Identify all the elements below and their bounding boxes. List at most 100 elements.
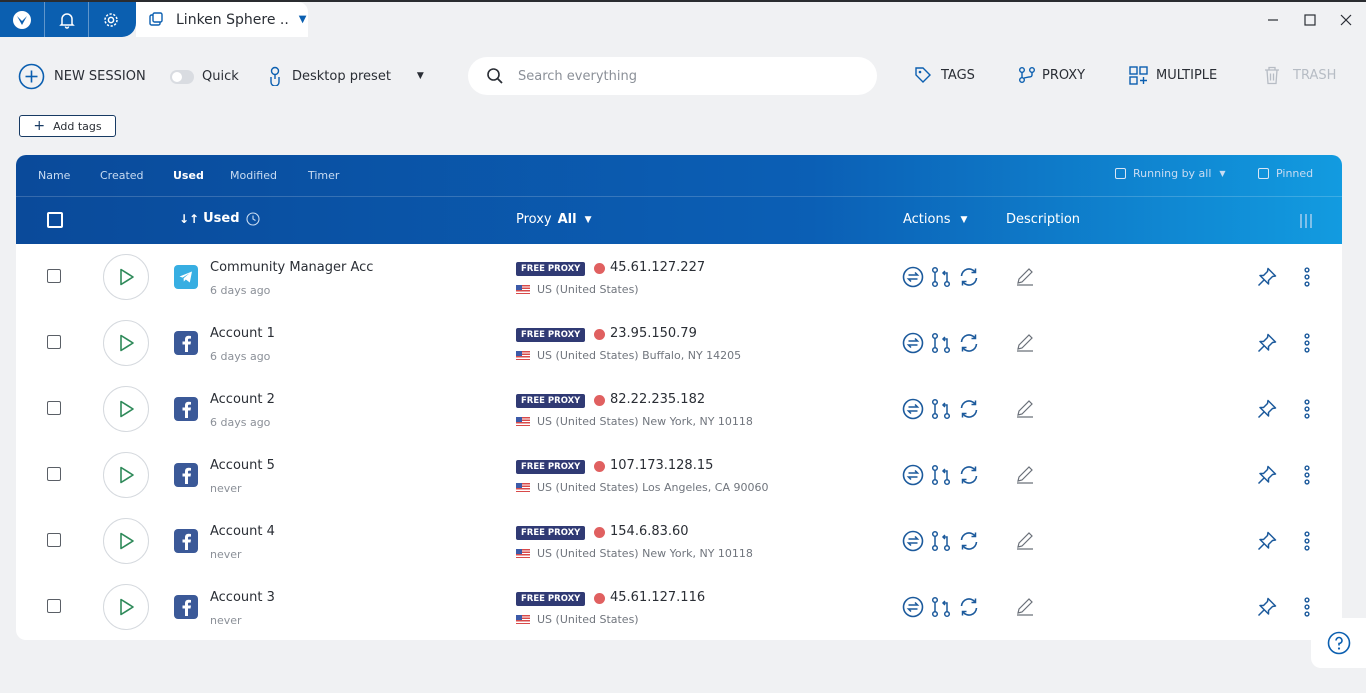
swap-icon[interactable]: [902, 332, 924, 354]
more-icon[interactable]: [1296, 464, 1318, 486]
edit-icon[interactable]: [1015, 266, 1037, 288]
logo-icon[interactable]: [0, 2, 44, 37]
proxy-ip[interactable]: 45.61.127.116: [610, 590, 705, 605]
edit-icon[interactable]: [1015, 596, 1037, 618]
play-button[interactable]: [103, 254, 149, 300]
proxy-ip[interactable]: 107.173.128.15: [610, 458, 713, 473]
table-row[interactable]: Account 5 never FREE PROXY 107.173.128.15 US…: [16, 442, 1342, 508]
bell-icon[interactable]: [44, 2, 88, 37]
more-icon[interactable]: [1296, 332, 1318, 354]
more-icon[interactable]: [1296, 398, 1318, 420]
session-tab[interactable]: Linken Sphere .. ▼: [136, 2, 308, 37]
pin-icon[interactable]: [1256, 332, 1278, 354]
session-name[interactable]: Account 2: [210, 392, 275, 407]
session-name[interactable]: Account 3: [210, 590, 275, 605]
sort-tab-created[interactable]: Created: [100, 169, 144, 182]
refresh-icon[interactable]: [958, 266, 980, 288]
refresh-icon[interactable]: [958, 530, 980, 552]
edit-icon[interactable]: [1015, 530, 1037, 552]
play-button[interactable]: [103, 518, 149, 564]
columns-settings-icon[interactable]: [1298, 213, 1314, 229]
refresh-icon[interactable]: [958, 332, 980, 354]
actions-column-header[interactable]: Actions ▼: [903, 212, 967, 227]
pinned-filter[interactable]: Pinned: [1258, 167, 1313, 180]
pin-icon[interactable]: [1256, 596, 1278, 618]
tags-button[interactable]: TAGS: [914, 66, 975, 84]
refresh-icon[interactable]: [958, 596, 980, 618]
select-all-checkbox[interactable]: [47, 212, 63, 228]
row-checkbox[interactable]: [47, 467, 61, 481]
row-checkbox[interactable]: [47, 533, 61, 547]
minimize-icon[interactable]: [1261, 8, 1285, 32]
chevron-down-icon[interactable]: ▼: [299, 14, 307, 25]
proxy-ip[interactable]: 154.6.83.60: [610, 524, 689, 539]
table-row[interactable]: Account 4 never FREE PROXY 154.6.83.60 US (U…: [16, 508, 1342, 574]
proxy-switch-icon[interactable]: [930, 530, 952, 552]
proxy-ip[interactable]: 45.61.127.227: [610, 260, 705, 275]
maximize-icon[interactable]: [1298, 8, 1322, 32]
trash-button[interactable]: TRASH: [1264, 66, 1336, 85]
proxy-column-header[interactable]: Proxy All ▼: [516, 212, 592, 227]
edit-icon[interactable]: [1015, 332, 1037, 354]
session-name[interactable]: Community Manager Acc: [210, 260, 373, 275]
close-icon[interactable]: [1334, 8, 1358, 32]
pinned-checkbox[interactable]: [1258, 168, 1269, 179]
sort-tab-name[interactable]: Name: [38, 169, 70, 182]
more-icon[interactable]: [1296, 530, 1318, 552]
proxy-ip[interactable]: 82.22.235.182: [610, 392, 705, 407]
proxy-switch-icon[interactable]: [930, 464, 952, 486]
proxy-ip[interactable]: 23.95.150.79: [610, 326, 697, 341]
refresh-icon[interactable]: [958, 398, 980, 420]
table-row[interactable]: Account 2 6 days ago FREE PROXY 82.22.235.1…: [16, 376, 1342, 442]
refresh-icon[interactable]: [958, 464, 980, 486]
table-row[interactable]: Account 3 never FREE PROXY 45.61.127.116 US …: [16, 574, 1342, 640]
search-input[interactable]: [518, 68, 838, 84]
search-bar[interactable]: [468, 57, 877, 95]
play-button[interactable]: [103, 584, 149, 630]
row-checkbox[interactable]: [47, 599, 61, 613]
more-icon[interactable]: [1296, 596, 1318, 618]
quick-toggle[interactable]: Quick: [170, 69, 239, 84]
gear-icon[interactable]: [88, 2, 132, 37]
session-name[interactable]: Account 5: [210, 458, 275, 473]
proxy-switch-icon[interactable]: [930, 332, 952, 354]
proxy-switch-icon[interactable]: [930, 266, 952, 288]
row-checkbox[interactable]: [47, 269, 61, 283]
preset-dropdown[interactable]: Desktop preset ▼: [268, 66, 424, 86]
swap-icon[interactable]: [902, 266, 924, 288]
session-name[interactable]: Account 1: [210, 326, 275, 341]
table-row[interactable]: Account 1 6 days ago FREE PROXY 23.95.150.7…: [16, 310, 1342, 376]
help-button[interactable]: [1311, 618, 1366, 668]
toggle-switch[interactable]: [170, 69, 194, 84]
row-checkbox[interactable]: [47, 401, 61, 415]
play-button[interactable]: [103, 452, 149, 498]
proxy-button[interactable]: PROXY: [1018, 66, 1085, 84]
sort-tab-modified[interactable]: Modified: [230, 169, 277, 182]
row-checkbox[interactable]: [47, 335, 61, 349]
play-button[interactable]: [103, 386, 149, 432]
sort-tab-timer[interactable]: Timer: [308, 169, 339, 182]
swap-icon[interactable]: [902, 398, 924, 420]
running-by-all-checkbox[interactable]: [1115, 168, 1126, 179]
sort-tab-used[interactable]: Used: [173, 169, 204, 182]
used-column-header[interactable]: ↓↑ Used: [179, 211, 260, 226]
edit-icon[interactable]: [1015, 464, 1037, 486]
running-by-all-filter[interactable]: Running by all ▼: [1115, 167, 1226, 180]
session-name[interactable]: Account 4: [210, 524, 275, 539]
swap-icon[interactable]: [902, 530, 924, 552]
proxy-switch-icon[interactable]: [930, 596, 952, 618]
swap-icon[interactable]: [902, 596, 924, 618]
pin-icon[interactable]: [1256, 398, 1278, 420]
multiple-button[interactable]: MULTIPLE: [1129, 66, 1217, 85]
pin-icon[interactable]: [1256, 266, 1278, 288]
proxy-switch-icon[interactable]: [930, 398, 952, 420]
edit-icon[interactable]: [1015, 398, 1037, 420]
play-button[interactable]: [103, 320, 149, 366]
swap-icon[interactable]: [902, 464, 924, 486]
pin-icon[interactable]: [1256, 464, 1278, 486]
add-tags-button[interactable]: + Add tags: [19, 115, 116, 137]
table-row[interactable]: Community Manager Acc 6 days ago FREE PROX…: [16, 244, 1342, 310]
new-session-button[interactable]: NEW SESSION: [18, 63, 146, 90]
more-icon[interactable]: [1296, 266, 1318, 288]
pin-icon[interactable]: [1256, 530, 1278, 552]
